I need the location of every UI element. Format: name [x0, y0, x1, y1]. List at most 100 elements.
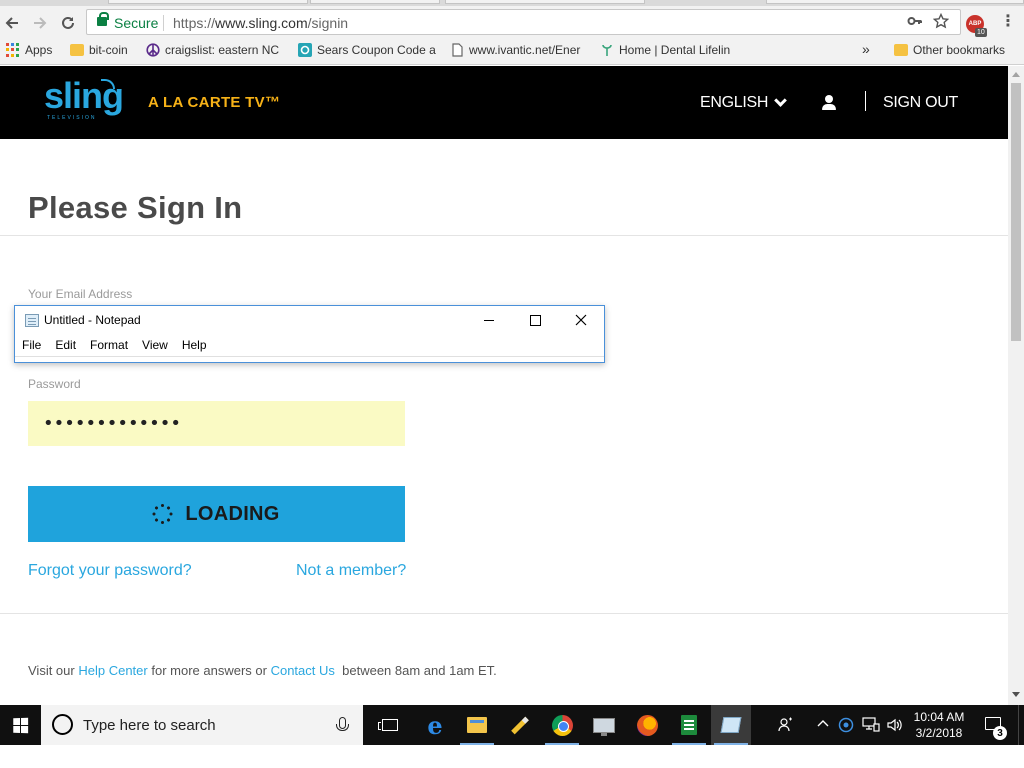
- notepad-window[interactable]: Untitled - Notepad File Edit Format View…: [14, 305, 605, 363]
- menu-edit[interactable]: Edit: [48, 336, 83, 356]
- forward-button[interactable]: [29, 12, 51, 34]
- screen-bottom-margin: [0, 745, 1024, 768]
- signin-page: Please Sign In Your Email Address Passwo…: [0, 139, 1008, 705]
- language-selector[interactable]: ENGLISH: [700, 94, 788, 112]
- divider: [0, 613, 1008, 614]
- system-clock[interactable]: 10:04 AM 3/2/2018: [909, 709, 969, 741]
- bookmark-craigslist[interactable]: craigslist: eastern NC: [146, 43, 279, 57]
- browser-tab[interactable]: [108, 0, 308, 4]
- browser-tab[interactable]: [310, 0, 440, 4]
- bookmark-label: Other bookmarks: [913, 43, 1006, 57]
- notepad-menubar: File Edit Format View Help: [15, 336, 604, 356]
- taskbar-pen-app[interactable]: [500, 705, 540, 745]
- sheets-icon: [681, 715, 697, 735]
- task-view-icon: [378, 719, 398, 731]
- bookmark-ivantic[interactable]: www.ivantic.net/Ener: [450, 43, 580, 57]
- maximize-button[interactable]: [512, 306, 558, 334]
- taskbar-search-box[interactable]: Type here to search: [41, 705, 363, 745]
- taskbar-file-explorer[interactable]: [457, 705, 497, 745]
- email-label: Your Email Address: [28, 287, 133, 301]
- logo-subtext: TELEVISION: [47, 115, 97, 121]
- taskbar-firefox[interactable]: [627, 705, 667, 745]
- bookmark-label: Apps: [25, 43, 53, 57]
- contact-us-link[interactable]: Contact Us: [271, 663, 335, 678]
- network-icon[interactable]: [862, 717, 880, 736]
- notification-count-badge: 3: [993, 726, 1007, 740]
- forward-arrow-icon: [34, 17, 47, 29]
- bookmarks-bar: Apps bit-coin craigslist: eastern NC Sea…: [0, 38, 1024, 65]
- key-icon[interactable]: [907, 13, 923, 33]
- close-button[interactable]: [558, 306, 604, 334]
- bookmarks-overflow-button[interactable]: »: [862, 41, 870, 57]
- taskbar-sheets[interactable]: [669, 705, 709, 745]
- taskbar-notepad[interactable]: [711, 705, 751, 745]
- user-icon[interactable]: [822, 95, 836, 111]
- browser-tab[interactable]: [445, 0, 645, 4]
- start-button[interactable]: [0, 705, 40, 745]
- taskbar-this-pc[interactable]: [584, 705, 624, 745]
- forgot-password-link[interactable]: Forgot your password?: [28, 562, 192, 580]
- url-scheme: https://: [173, 15, 216, 31]
- chevron-down-icon: [774, 94, 788, 107]
- help-middle: for more answers or: [151, 663, 267, 678]
- bookmark-sears-coupon[interactable]: Sears Coupon Code a: [298, 43, 436, 57]
- show-desktop-button[interactable]: [1018, 705, 1024, 745]
- clock-date: 3/2/2018: [915, 726, 963, 740]
- help-prefix: Visit our: [28, 663, 75, 678]
- reload-button[interactable]: [57, 12, 79, 34]
- bookmark-dental-lifeline[interactable]: Home | Dental Lifelin: [600, 43, 730, 57]
- window-title: Untitled - Notepad: [44, 313, 141, 327]
- password-field[interactable]: •••••••••••••: [28, 401, 405, 446]
- address-bar[interactable]: Secure https://www.sling.com/signin: [86, 9, 961, 35]
- bookmark-apps[interactable]: Apps: [6, 43, 52, 57]
- clock-time: 10:04 AM: [913, 710, 965, 724]
- coupon-icon: [298, 43, 312, 57]
- help-text: Visit our Help Center for more answers o…: [28, 663, 497, 678]
- help-center-link[interactable]: Help Center: [78, 663, 147, 678]
- firefox-icon: [636, 714, 658, 736]
- sign-out-link[interactable]: SIGN OUT: [883, 94, 958, 112]
- spinner-icon: [152, 504, 173, 524]
- close-icon: [575, 314, 587, 326]
- menu-format[interactable]: Format: [83, 336, 135, 356]
- security-label: Secure: [114, 15, 159, 31]
- bookmark-bit-coin[interactable]: bit-coin: [70, 43, 128, 57]
- loading-button[interactable]: LOADING: [28, 486, 405, 542]
- back-button[interactable]: [1, 12, 23, 34]
- volume-icon[interactable]: [886, 717, 904, 736]
- url-path: /signin: [307, 15, 349, 31]
- chrome-menu-icon[interactable]: ⋮: [1000, 14, 1016, 30]
- search-placeholder: Type here to search: [83, 717, 216, 734]
- page-scrollbar[interactable]: [1008, 66, 1024, 705]
- taskbar-chrome[interactable]: [542, 705, 582, 745]
- apps-grid-icon: [6, 43, 20, 57]
- tagline: A LA CARTE TV™: [148, 94, 281, 111]
- star-icon[interactable]: [932, 12, 950, 33]
- minimize-button[interactable]: [466, 306, 512, 334]
- chevron-up-icon[interactable]: [816, 717, 830, 734]
- scroll-down-arrow-icon[interactable]: [1012, 692, 1020, 697]
- browser-toolbar: Secure https://www.sling.com/signin ABP …: [0, 6, 1024, 38]
- bookmark-other-bookmarks[interactable]: Other bookmarks: [894, 43, 1005, 57]
- page-title: Please Sign In: [28, 190, 243, 225]
- menu-help[interactable]: Help: [175, 336, 214, 356]
- reload-icon: [62, 16, 74, 29]
- browser-tab[interactable]: [766, 0, 1024, 4]
- back-arrow-icon: [5, 17, 18, 29]
- people-icon[interactable]: [778, 717, 794, 736]
- menu-file[interactable]: File: [15, 336, 48, 356]
- task-view-button[interactable]: [370, 705, 410, 745]
- help-suffix: between 8am and 1am ET.: [342, 663, 497, 678]
- scroll-up-arrow-icon[interactable]: [1012, 72, 1020, 77]
- folder-icon: [70, 44, 84, 56]
- notepad-titlebar[interactable]: Untitled - Notepad: [15, 306, 604, 334]
- notepad-text-area[interactable]: [15, 356, 604, 362]
- scrollbar-thumb[interactable]: [1011, 83, 1021, 341]
- microphone-icon[interactable]: [336, 717, 349, 731]
- loading-label: LOADING: [185, 502, 280, 525]
- sync-app-icon[interactable]: [838, 717, 854, 736]
- menu-view[interactable]: View: [135, 336, 175, 356]
- not-a-member-link[interactable]: Not a member?: [296, 562, 406, 580]
- taskbar-edge[interactable]: e: [415, 705, 455, 745]
- url-text[interactable]: https://www.sling.com/signin: [173, 15, 348, 31]
